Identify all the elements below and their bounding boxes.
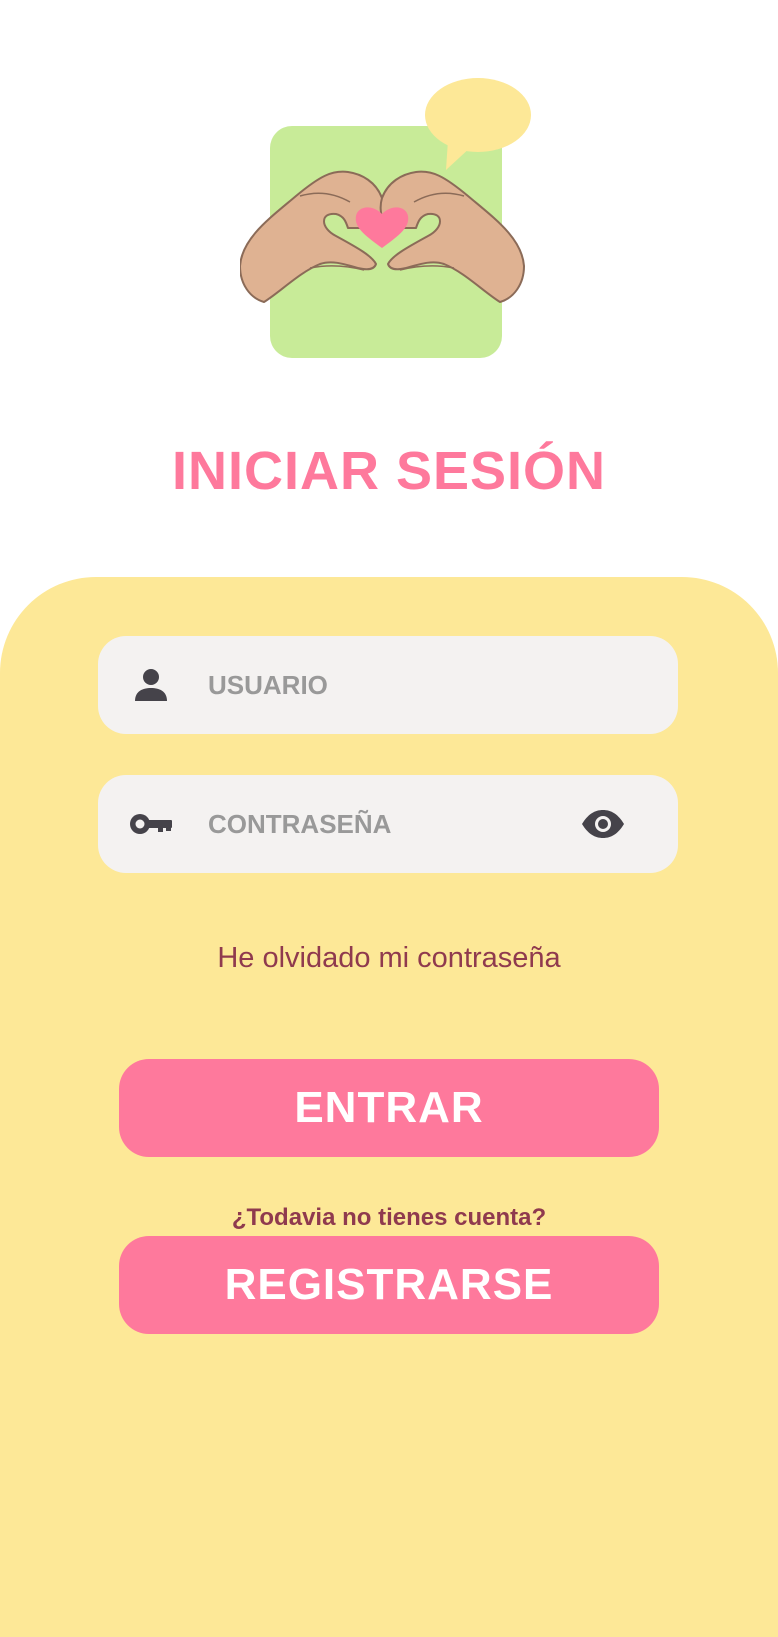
heart-hands-illustration — [239, 78, 540, 368]
password-input[interactable] — [208, 775, 568, 873]
password-field[interactable] — [98, 775, 678, 873]
login-button[interactable]: ENTRAR — [119, 1059, 659, 1157]
username-input[interactable] — [208, 636, 568, 734]
heart-hands-icon — [239, 78, 531, 358]
eye-icon[interactable] — [578, 775, 628, 873]
key-icon — [126, 775, 176, 873]
page-title: INICIAR SESIÓN — [171, 441, 607, 501]
person-icon — [126, 636, 176, 734]
register-button[interactable]: REGISTRARSE — [119, 1236, 659, 1334]
forgot-password-link[interactable]: He olvidado mi contraseña — [0, 942, 778, 975]
username-field[interactable] — [98, 636, 678, 734]
no-account-text: ¿Todavia no tienes cuenta? — [231, 1204, 547, 1231]
